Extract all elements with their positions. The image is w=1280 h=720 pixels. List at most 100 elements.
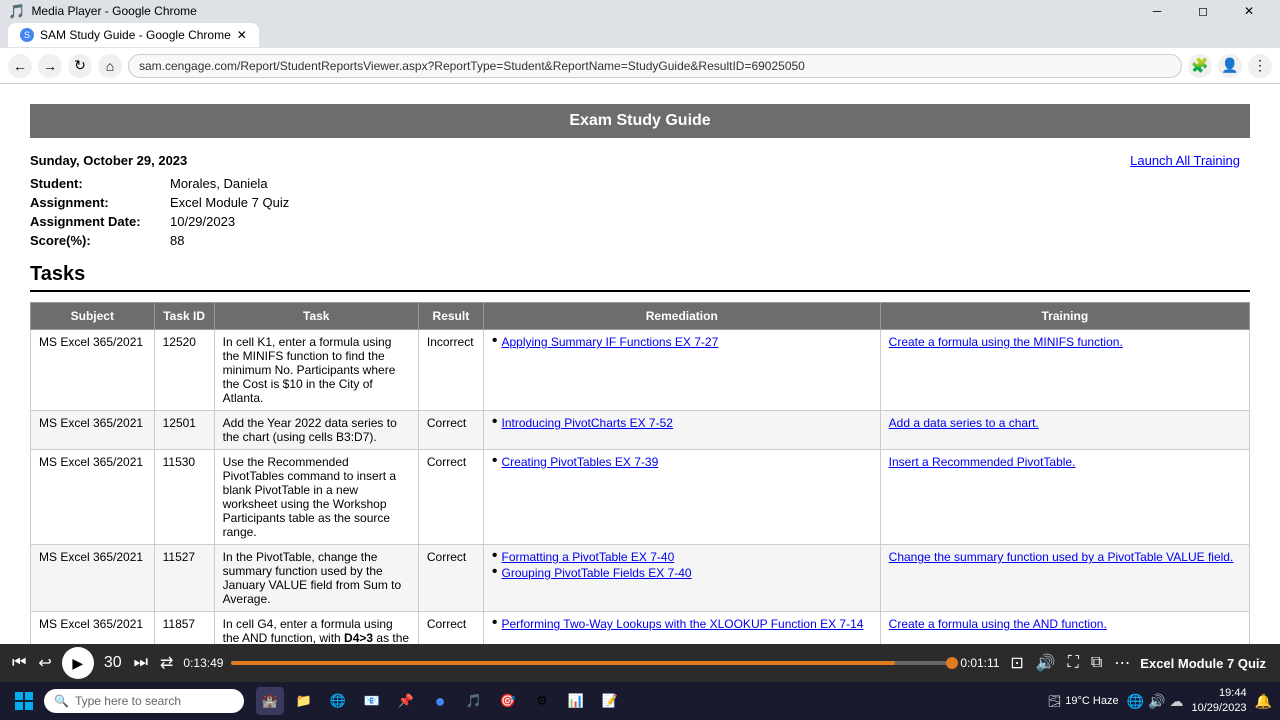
progress-thumb	[946, 657, 958, 669]
forward-30-button[interactable]: 30	[102, 652, 124, 674]
taskbar-icon-11[interactable]: 📝	[596, 687, 624, 715]
training-link[interactable]: Change the summary function used by a Pi…	[889, 550, 1234, 564]
clock-time: 19:44	[1192, 686, 1247, 701]
navigation-bar: ← → ↻ ⌂ sam.cengage.com/Report/StudentRe…	[0, 48, 1280, 84]
assignment-value: Excel Module 7 Quiz	[170, 195, 1250, 210]
volume-button[interactable]: 🔊	[1034, 651, 1058, 675]
remediation-link[interactable]: Creating PivotTables EX 7-39	[502, 455, 659, 469]
launch-all-training[interactable]: Launch All Training	[1130, 153, 1240, 168]
taskbar-icon-1[interactable]: 🏰	[256, 687, 284, 715]
assignment-label: Assignment:	[30, 195, 170, 210]
close-button[interactable]: ✕	[1226, 0, 1272, 22]
remediation-link[interactable]: Grouping PivotTable Fields EX 7-40	[502, 566, 692, 580]
cell-remediation: •Formatting a PivotTable EX 7-40•Groupin…	[483, 545, 880, 612]
reload-button[interactable]: ↻	[68, 54, 92, 78]
total-time: 0:01:11	[960, 656, 1000, 670]
taskbar-search-box[interactable]: 🔍 Type here to search	[44, 689, 244, 713]
col-taskid: Task ID	[154, 303, 214, 330]
cell-result: Correct	[418, 612, 483, 647]
cell-training: Add a data series to a chart.	[880, 411, 1249, 450]
notification-bell[interactable]: 🔔	[1255, 693, 1272, 710]
more-button[interactable]: ⋯	[1112, 651, 1132, 675]
taskbar-icon-8[interactable]: 🎯	[494, 687, 522, 715]
media-player-bar: ⏮ ↩ ▶ 30 ⏭ ⇄ 0:13:49 0:01:11 ⊡ 🔊 ⛶ ⧉ ⋯ E…	[0, 644, 1280, 682]
skip-back-button[interactable]: ⏮	[10, 652, 28, 674]
cell-task: In cell K1, enter a formula using the MI…	[214, 330, 418, 411]
remediation-link[interactable]: Formatting a PivotTable EX 7-40	[502, 550, 675, 564]
forward-button[interactable]: →	[38, 54, 62, 78]
weather-icon: 🌫	[1047, 695, 1061, 708]
col-training: Training	[880, 303, 1249, 330]
tasks-heading: Tasks	[30, 263, 1250, 292]
home-button[interactable]: ⌂	[98, 54, 122, 78]
main-content: Exam Study Guide Sunday, October 29, 202…	[0, 84, 1280, 646]
progress-fill	[231, 661, 894, 665]
fullscreen-button[interactable]: ⛶	[1066, 652, 1081, 674]
training-link[interactable]: Insert a Recommended PivotTable.	[889, 455, 1076, 469]
training-link[interactable]: Add a data series to a chart.	[889, 416, 1039, 430]
remediation-link[interactable]: Applying Summary IF Functions EX 7-27	[502, 335, 719, 349]
taskbar: 🔍 Type here to search 🏰 📁 🌐 📧 📌 ● 🎵 🎯 ⚙ …	[0, 682, 1280, 720]
cell-remediation: • Applying Summary IF Functions EX 7-27	[483, 330, 880, 411]
cell-subject: MS Excel 365/2021	[31, 545, 155, 612]
training-link[interactable]: Create a formula using the AND function.	[889, 617, 1107, 631]
start-button[interactable]	[8, 685, 40, 717]
bullet-icon: •	[492, 615, 498, 631]
cell-subject: MS Excel 365/2021	[31, 411, 155, 450]
system-clock[interactable]: 19:44 10/29/2023	[1192, 686, 1247, 717]
skip-forward-button[interactable]: ⏭	[132, 652, 150, 674]
cell-taskid: 12520	[154, 330, 214, 411]
launch-all-link[interactable]: Launch All Training	[1130, 153, 1240, 168]
progress-track[interactable]	[231, 661, 952, 665]
menu-button[interactable]: ⋮	[1248, 54, 1272, 78]
remediation-link[interactable]: Introducing PivotCharts EX 7-52	[502, 416, 673, 430]
address-bar[interactable]: sam.cengage.com/Report/StudentReportsVie…	[128, 54, 1182, 78]
play-pause-button[interactable]: ▶	[62, 647, 94, 679]
taskbar-icon-9[interactable]: ⚙	[528, 687, 556, 715]
cell-task: In cell G4, enter a formula using the AN…	[214, 612, 418, 647]
bullet-icon: •	[492, 333, 498, 349]
clock-date: 10/29/2023	[1192, 701, 1247, 716]
bullet-icon: •	[492, 564, 498, 580]
table-row: MS Excel 365/202111527In the PivotTable,…	[31, 545, 1250, 612]
table-row: MS Excel 365/202111857In cell G4, enter …	[31, 612, 1250, 647]
maximize-button[interactable]: ◻	[1180, 0, 1226, 22]
taskbar-icon-2[interactable]: 📁	[290, 687, 318, 715]
taskbar-icon-3[interactable]: 🌐	[324, 687, 352, 715]
taskbar-icon-7[interactable]: 🎵	[460, 687, 488, 715]
taskbar-icon-10[interactable]: 📊	[562, 687, 590, 715]
search-placeholder: Type here to search	[75, 694, 181, 708]
title-bar: 🎵 Media Player - Google Chrome ─ ◻ ✕	[0, 0, 1280, 22]
cell-taskid: 11530	[154, 450, 214, 545]
active-tab[interactable]: S SAM Study Guide - Google Chrome ✕	[8, 23, 259, 47]
rewind-button[interactable]: ↩	[36, 651, 53, 675]
col-result: Result	[418, 303, 483, 330]
title-bar-text: Media Player - Google Chrome	[31, 4, 196, 18]
student-label: Student:	[30, 176, 170, 191]
back-button[interactable]: ←	[8, 54, 32, 78]
taskbar-pinned-icons: 🏰 📁 🌐 📧 📌 ● 🎵 🎯 ⚙ 📊 📝	[256, 687, 624, 715]
date-row: Assignment Date: 10/29/2023	[30, 214, 1250, 229]
address-text: sam.cengage.com/Report/StudentReportsVie…	[139, 59, 805, 73]
taskbar-right-area: 🌫 19°C Haze 🌐 🔊 ☁ 19:44 10/29/2023 🔔	[1047, 686, 1272, 717]
pip-button[interactable]: ⧉	[1089, 652, 1104, 674]
cell-subject: MS Excel 365/2021	[31, 612, 155, 647]
current-time: 0:13:49	[183, 656, 223, 670]
weather-text: 19°C Haze	[1065, 695, 1118, 707]
extensions-button[interactable]: 🧩	[1188, 54, 1212, 78]
taskbar-icon-6[interactable]: ●	[426, 687, 454, 715]
taskbar-icon-5[interactable]: 📌	[392, 687, 420, 715]
tasks-table: Subject Task ID Task Result Remediation …	[30, 302, 1250, 646]
training-link[interactable]: Create a formula using the MINIFS functi…	[889, 335, 1123, 349]
tab-close-icon[interactable]: ✕	[237, 28, 247, 42]
remediation-item: •Introducing PivotCharts EX 7-52	[492, 416, 872, 430]
minimize-button[interactable]: ─	[1134, 0, 1180, 22]
taskbar-icon-4[interactable]: 📧	[358, 687, 386, 715]
remediation-link[interactable]: Performing Two-Way Lookups with the XLOO…	[502, 617, 864, 631]
student-row: Student: Morales, Daniela	[30, 176, 1250, 191]
profile-button[interactable]: 👤	[1218, 54, 1242, 78]
subtitles-button[interactable]: ⊡	[1008, 651, 1025, 675]
remediation-item: •Creating PivotTables EX 7-39	[492, 455, 872, 469]
cell-training: Create a formula using the MINIFS functi…	[880, 330, 1249, 411]
shuffle-button[interactable]: ⇄	[158, 651, 175, 675]
